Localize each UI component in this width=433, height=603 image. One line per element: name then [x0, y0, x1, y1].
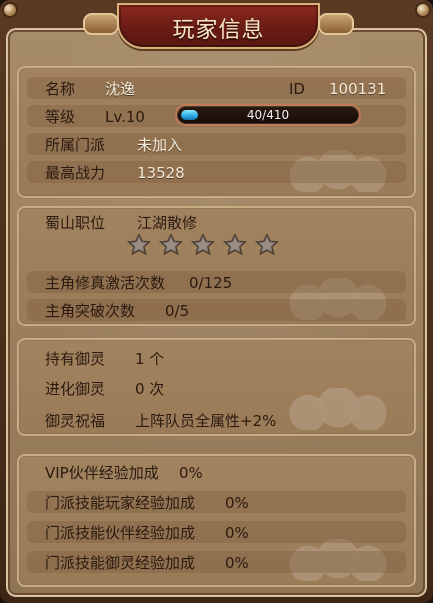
breakthrough-value: 0/5 [165, 302, 190, 320]
evolve-yuling-row: 进化御灵 0 次 [27, 372, 406, 404]
position-label: 蜀山职位 [45, 214, 106, 232]
star-icon [158, 232, 184, 258]
star-icon [222, 232, 248, 258]
name-label: 名称 [45, 80, 76, 98]
rivet-decoration [4, 4, 16, 16]
name-value: 沈逸 [105, 80, 136, 98]
yuling-exp-bonus-label: 门派技能御灵经验加成 [45, 554, 196, 572]
yuling-bless-row: 御灵祝福 上阵队员全属性+2% [27, 404, 406, 436]
star-icon [190, 232, 216, 258]
power-label: 最高战力 [45, 164, 106, 182]
id-value: 100131 [329, 80, 387, 98]
own-yuling-row: 持有御灵 1 个 [27, 342, 406, 374]
rivet-decoration [417, 4, 429, 16]
basic-info-section: 名称 沈逸 ID 100131 等级 Lv.10 40/410 所属门派 未加入… [17, 66, 416, 198]
evolve-yuling-label: 进化御灵 [45, 380, 106, 398]
cultivate-label: 主角修真激活次数 [45, 274, 166, 292]
rank-stars [126, 232, 286, 262]
title-plate: 玩家信息 [83, 3, 354, 49]
own-yuling-label: 持有御灵 [45, 350, 106, 368]
sect-value: 未加入 [137, 136, 183, 154]
cultivate-value: 0/125 [189, 274, 233, 292]
page-title: 玩家信息 [172, 18, 265, 43]
partner-bonus-label: 门派技能伙伴经验加成 [45, 524, 196, 542]
experience-progress-text: 40/410 [246, 108, 290, 122]
vip-bonus-label: VIP伙伴经验加成 [45, 464, 159, 482]
experience-bonus-section: VIP伙伴经验加成 0% 门派技能玩家经验加成 0% 门派技能伙伴经验加成 0%… [17, 454, 416, 587]
level-label: 等级 [45, 108, 76, 126]
evolve-yuling-value: 0 次 [135, 380, 165, 398]
star-icon [126, 232, 152, 258]
sect-label: 所属门派 [45, 136, 106, 154]
power-row: 最高战力 13528 [27, 156, 406, 188]
shushan-section: 蜀山职位 江湖散修 主角修真激活次数 0/125 主角突破次数 0/5 [17, 206, 416, 326]
yuling-bless-label: 御灵祝福 [45, 412, 106, 430]
breakthrough-row: 主角突破次数 0/5 [27, 294, 406, 326]
player-info-window: 玩家信息 名称 沈逸 ID 100131 等级 Lv.10 40/410 所属门… [0, 0, 433, 603]
player-bonus-label: 门派技能玩家经验加成 [45, 494, 196, 512]
star-icon [254, 232, 280, 258]
own-yuling-value: 1 个 [135, 350, 165, 368]
player-bonus-row: 门派技能玩家经验加成 0% [27, 486, 406, 518]
breakthrough-label: 主角突破次数 [45, 302, 136, 320]
position-value: 江湖散修 [137, 214, 198, 232]
yuling-bless-value: 上阵队员全属性+2% [135, 412, 277, 430]
partner-bonus-value: 0% [225, 524, 249, 542]
experience-progress-bar: 40/410 [177, 106, 359, 124]
yuling-exp-bonus-row: 门派技能御灵经验加成 0% [27, 546, 406, 578]
player-bonus-value: 0% [225, 494, 249, 512]
level-value: Lv.10 [105, 108, 145, 126]
vip-bonus-row: VIP伙伴经验加成 0% [27, 456, 406, 488]
power-value: 13528 [137, 164, 185, 182]
vip-bonus-value: 0% [179, 464, 203, 482]
yuling-section: 持有御灵 1 个 进化御灵 0 次 御灵祝福 上阵队员全属性+2% [17, 338, 416, 436]
yuling-exp-bonus-value: 0% [225, 554, 249, 572]
id-label: ID [289, 80, 305, 98]
partner-bonus-row: 门派技能伙伴经验加成 0% [27, 516, 406, 548]
